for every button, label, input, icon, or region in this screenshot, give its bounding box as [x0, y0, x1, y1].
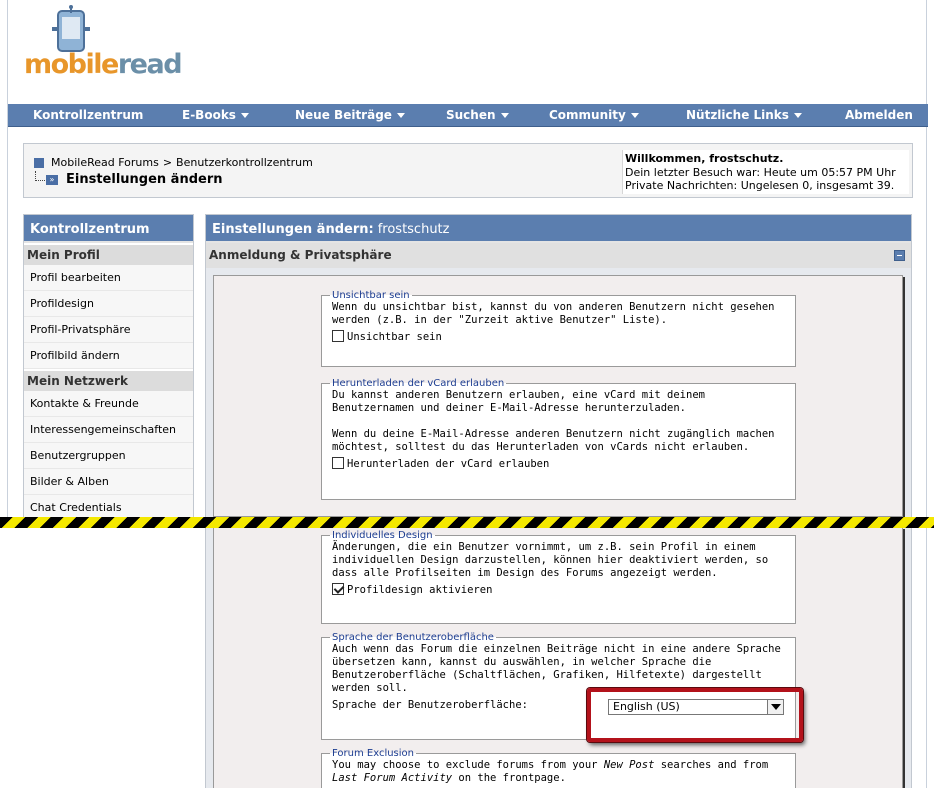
sidebar-item-kontakte[interactable]: Kontakte & Freunde: [24, 391, 193, 417]
fieldset-design-legend: Individuelles Design: [332, 530, 433, 541]
nav-community[interactable]: Community: [549, 104, 639, 127]
section-header: Anmeldung & Privatsphäre: [206, 243, 911, 268]
settings-title: Einstellungen ändern:: [212, 222, 374, 237]
sidebar-title: Kontrollzentrum: [24, 215, 193, 243]
design-settings-box: Individuelles Design Änderungen, die ein…: [213, 527, 903, 788]
fieldset-vcard-legend: Herunterladen der vCard erlauben: [332, 378, 505, 389]
sidebar-item-profil-bearbeiten[interactable]: Profil bearbeiten: [24, 265, 193, 291]
page-title: Einstellungen ändern: [66, 172, 223, 187]
highlight-frame: [587, 688, 803, 742]
welcome-panel: Willkommen, frostschutz. Dein letzter Be…: [622, 150, 909, 194]
section-title: Anmeldung & Privatsphäre: [209, 248, 392, 262]
chevron-down-icon: [240, 113, 249, 118]
chevron-down-icon: [500, 113, 509, 118]
settings-username: frostschutz: [377, 222, 450, 237]
chevron-down-icon: [793, 113, 802, 118]
nav-suchen[interactable]: Suchen: [446, 104, 509, 127]
chevron-down-icon: [396, 113, 405, 118]
nav-kontrollzentrum[interactable]: Kontrollzentrum: [33, 104, 143, 127]
hazard-stripe-divider: [0, 517, 934, 528]
settings-header: Einstellungen ändern: frostschutz: [206, 215, 911, 243]
vcard-description-2: Wenn du deine E-Mail-Adresse anderen Ben…: [332, 428, 775, 453]
arrow-right-icon: »: [46, 175, 58, 185]
vcard-checkbox[interactable]: [332, 457, 344, 469]
last-visit-text: Dein letzter Besuch war: Heute um 05:57 …: [625, 165, 896, 179]
language-select-label: Sprache der Benutzeroberfläche:: [332, 699, 528, 711]
design-checkbox[interactable]: [332, 583, 344, 595]
vcard-description-1: Du kannst anderen Benutzern erlauben, ei…: [332, 389, 705, 414]
forum-home-icon: [34, 158, 44, 168]
sidebar-item-profil-privatsphaere[interactable]: Profil-Privatsphäre: [24, 317, 193, 343]
invisible-checkbox-label[interactable]: Unsichtbar sein: [332, 330, 785, 343]
nav-ebooks[interactable]: E-Books: [182, 104, 249, 127]
sidebar-item-profildesign[interactable]: Profildesign: [24, 291, 193, 317]
nav-neue-beitraege[interactable]: Neue Beiträge: [295, 104, 405, 127]
fieldset-vcard: Herunterladen der vCard erlauben Du kann…: [321, 378, 796, 500]
settings-panel: Einstellungen ändern: frostschutz Anmeldu…: [205, 214, 912, 788]
chevron-down-icon: [630, 113, 639, 118]
invisible-description: Wenn du unsichtbar bist, kannst du von a…: [332, 301, 775, 326]
exclusion-description: You may choose to exclude forums from yo…: [332, 759, 769, 784]
fieldset-forum-exclusion: Forum Exclusion You may choose to exclud…: [321, 748, 796, 788]
design-checkbox-label[interactable]: Profildesign aktivieren: [332, 583, 785, 596]
fieldset-language-legend: Sprache der Benutzeroberfläche: [332, 632, 494, 643]
design-description: Änderungen, die ein Benutzer vornimmt, u…: [332, 541, 769, 579]
sidebar-item-bilder-alben[interactable]: Bilder & Alben: [24, 469, 193, 495]
welcome-title: Willkommen, frostschutz.: [625, 152, 784, 165]
vcard-checkbox-label[interactable]: Herunterladen der vCard erlauben: [332, 457, 785, 470]
blank-area: [0, 528, 205, 788]
sidebar-section-mein-netzwerk: Mein Netzwerk: [24, 371, 193, 391]
tree-connector-icon: [35, 171, 45, 181]
breadcrumb-parent-link[interactable]: Benutzerkontrollzentrum: [176, 156, 313, 169]
sidebar-item-profilbild-aendern[interactable]: Profilbild ändern: [24, 343, 193, 369]
invisible-checkbox[interactable]: [332, 330, 344, 342]
main-navbar: Kontrollzentrum E-Books Neue Beiträge Su…: [8, 104, 928, 127]
sidebar-section-mein-profil: Mein Profil: [24, 245, 193, 265]
sidebar-item-interessengemeinschaften[interactable]: Interessengemeinschaften: [24, 417, 193, 443]
fieldset-exclusion-legend: Forum Exclusion: [332, 748, 415, 759]
privacy-settings-box: Unsichtbar sein Wenn du unsichtbar bist,…: [213, 275, 903, 517]
nav-nuetzliche-links[interactable]: Nützliche Links: [686, 104, 802, 127]
fieldset-invisible-legend: Unsichtbar sein: [332, 290, 410, 301]
nav-abmelden[interactable]: Abmelden: [845, 104, 913, 127]
collapse-icon[interactable]: [894, 250, 905, 261]
logo-text-read: read: [117, 49, 183, 80]
fieldset-invisible: Unsichtbar sein Wenn du unsichtbar bist,…: [321, 290, 796, 367]
breadcrumb-root-link[interactable]: MobileRead Forums: [51, 156, 159, 169]
breadcrumb-separator: >: [162, 156, 173, 169]
private-messages-link[interactable]: Private Nachrichten: Ungelesen 0, insges…: [625, 179, 909, 193]
fieldset-design: Individuelles Design Änderungen, die ein…: [321, 530, 796, 624]
site-logo[interactable]: mobileread: [22, 5, 183, 83]
sidebar: Kontrollzentrum Mein Profil Profil bearb…: [23, 214, 194, 524]
logo-text-mobile: mobile: [24, 49, 119, 80]
sidebar-item-benutzergruppen[interactable]: Benutzergruppen: [24, 443, 193, 469]
breadcrumb: MobileRead Forums > Benutzerkontrollzentru…: [23, 143, 913, 198]
